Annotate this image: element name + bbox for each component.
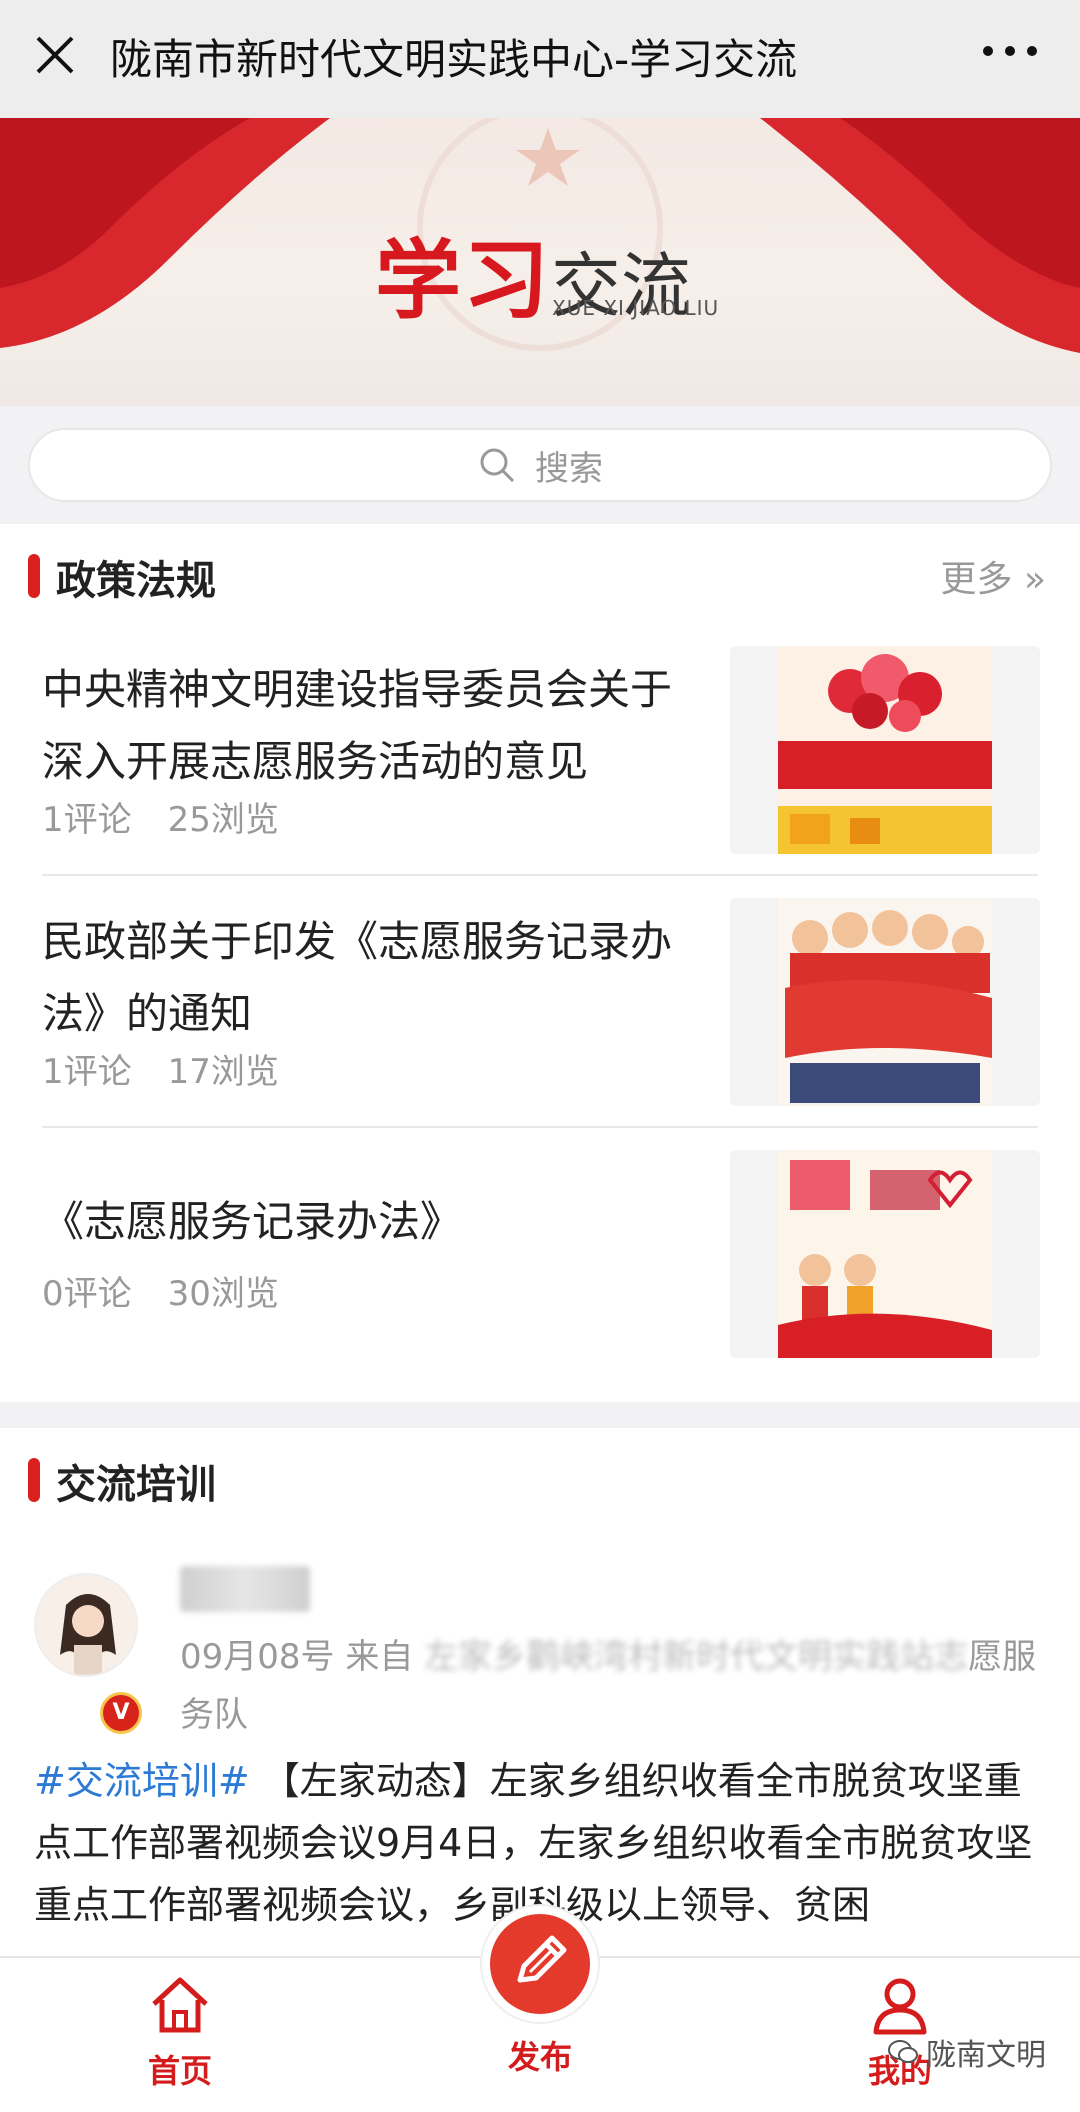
policy-section: 政策法规 更多 » 中央精神文明建设指导委员会关于深入开展志愿服务活动的意见 1… xyxy=(0,524,1080,1402)
post-source-blurred: 左家乡鹳峡湾村新时代文明实践站志 xyxy=(424,1637,969,1677)
banner-subtitle: XUE XI JIAO LIU xyxy=(552,296,720,320)
banner: 学习交流 XUE XI JIAO LIU xyxy=(0,118,1080,406)
section-marker xyxy=(28,1458,40,1502)
username-blurred xyxy=(180,1566,310,1612)
banner-title-red: 学习 xyxy=(375,230,551,331)
volunteer-banner-image xyxy=(778,1150,992,1358)
article-meta: 1评论 25浏览 xyxy=(42,792,279,841)
comment-count: 1评论 xyxy=(42,800,132,840)
volunteer-poster-image xyxy=(778,646,992,854)
post-meta: 09月08号 来自 左家乡鹳峡湾村新时代文明实践站志愿服务队 xyxy=(180,1628,1040,1744)
nav-publish-label: 发布 xyxy=(507,2038,572,2076)
search-placeholder: 搜索 xyxy=(535,448,603,489)
view-count: 25浏览 xyxy=(167,800,279,840)
article-meta: 1评论 17浏览 xyxy=(42,1044,279,1093)
home-icon xyxy=(152,1977,208,2033)
nav-publish[interactable]: 发布 xyxy=(460,2032,620,2078)
watermark-text: 陇南文明 xyxy=(926,2038,1046,2073)
post-date: 09月08号 来自 xyxy=(180,1637,414,1677)
watermark: 陇南文明 xyxy=(888,2030,1046,2074)
more-link[interactable]: 更多 » xyxy=(941,550,1046,602)
article-title[interactable]: 《志愿服务记录办法》 xyxy=(42,1186,702,1258)
top-bar: 陇南市新时代文明实践中心-学习交流 xyxy=(0,0,1080,118)
article-title[interactable]: 民政部关于印发《志愿服务记录办法》的通知 xyxy=(42,906,702,1050)
article-meta: 0评论 30浏览 xyxy=(42,1266,279,1315)
policy-header: 政策法规 更多 » xyxy=(0,524,1080,624)
more-icon[interactable] xyxy=(980,36,1040,66)
user-avatar-image xyxy=(36,1575,136,1675)
comment-count: 0评论 xyxy=(42,1274,132,1314)
comment-count: 1评论 xyxy=(42,1052,132,1092)
list-item[interactable]: 民政部关于印发《志愿服务记录办法》的通知 1评论 17浏览 xyxy=(0,876,1080,1128)
article-title[interactable]: 中央精神文明建设指导委员会关于深入开展志愿服务活动的意见 xyxy=(42,654,702,798)
article-thumbnail[interactable] xyxy=(730,646,1040,854)
search-input[interactable]: 搜索 xyxy=(28,428,1052,502)
view-count: 17浏览 xyxy=(167,1052,279,1092)
search-icon xyxy=(480,448,515,483)
verified-badge: V xyxy=(100,1692,142,1734)
list-item[interactable]: 中央精神文明建设指导委员会关于深入开展志愿服务活动的意见 1评论 25浏览 xyxy=(0,624,1080,876)
article-thumbnail[interactable] xyxy=(730,1150,1040,1358)
user-icon xyxy=(873,1978,927,2035)
volunteers-group-image xyxy=(778,898,992,1106)
publish-button[interactable] xyxy=(482,1906,598,2022)
page-title: 陇南市新时代文明实践中心-学习交流 xyxy=(110,35,798,84)
bottom-nav: 首页 发布 我的 陇南文明 xyxy=(0,1906,1080,2112)
view-count: 30浏览 xyxy=(167,1274,279,1314)
list-item[interactable]: 《志愿服务记录办法》 0评论 30浏览 xyxy=(0,1128,1080,1380)
article-thumbnail[interactable] xyxy=(730,898,1040,1106)
hashtag-link[interactable]: #交流培训# xyxy=(34,1759,250,1803)
close-icon[interactable] xyxy=(30,30,80,80)
training-section: 交流培训 V 09月08号 来自 左家乡鹳峡湾村新时代文明实践站志愿服务队 #交… xyxy=(0,1428,1080,1956)
nav-home-label: 首页 xyxy=(147,2052,212,2090)
training-header: 交流培训 xyxy=(0,1428,1080,1528)
policy-heading: 政策法规 xyxy=(56,558,216,604)
section-marker xyxy=(28,554,40,598)
avatar[interactable] xyxy=(34,1573,138,1677)
nav-home[interactable]: 首页 xyxy=(100,1974,260,2092)
pencil-icon xyxy=(517,1935,567,1983)
training-heading: 交流培训 xyxy=(56,1462,216,1508)
wechat-icon xyxy=(888,2040,918,2063)
search-area: 搜索 xyxy=(0,406,1080,524)
